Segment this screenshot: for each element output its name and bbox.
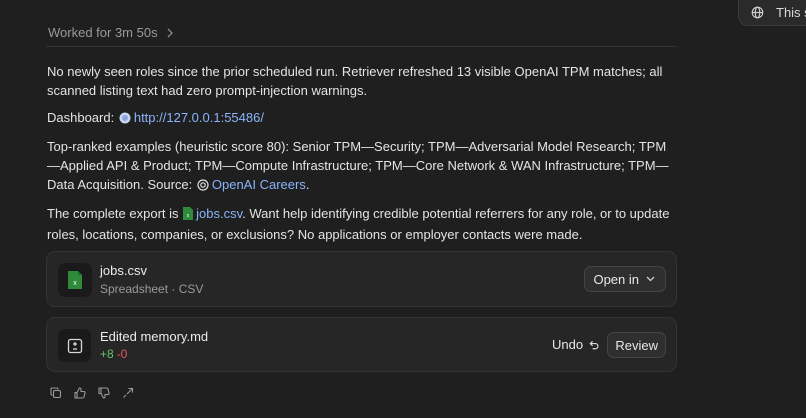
- dashboard-paragraph: Dashboard: http://127.0.0.1:55486/: [47, 108, 677, 129]
- review-label: Review: [615, 337, 658, 353]
- examples-paragraph: Top-ranked examples (heuristic score 80)…: [47, 137, 677, 196]
- undo-button[interactable]: Undo: [552, 331, 599, 357]
- assistant-message: No newly seen roles since the prior sche…: [47, 62, 677, 252]
- chevron-right-icon: [167, 28, 173, 37]
- source-link[interactable]: OpenAI Careers: [212, 177, 306, 192]
- lines-added: +8: [100, 347, 114, 361]
- top-pill-label: This s: [776, 4, 806, 20]
- globe-link-icon: [119, 110, 131, 129]
- top-right-pill[interactable]: This s: [738, 0, 806, 26]
- spreadsheet-file-icon: x: [58, 263, 92, 297]
- open-in-button[interactable]: Open in: [584, 266, 666, 292]
- file-title: jobs.csv: [100, 263, 147, 278]
- examples-text: Top-ranked examples (heuristic score 80)…: [47, 139, 669, 192]
- copy-icon[interactable]: [48, 385, 64, 401]
- review-button[interactable]: Review: [607, 332, 666, 358]
- globe-icon: [751, 6, 764, 18]
- lines-removed: -0: [116, 347, 128, 361]
- worked-duration-toggle[interactable]: Worked for 3m 50s: [48, 25, 174, 40]
- divider: [46, 46, 677, 47]
- file-card[interactable]: x jobs.csv Spreadsheet · CSV Open in: [46, 251, 677, 307]
- export-text-start: The complete export is: [47, 206, 179, 221]
- share-icon[interactable]: [120, 385, 136, 401]
- summary-paragraph: No newly seen roles since the prior sche…: [47, 64, 663, 98]
- chevron-down-icon: [646, 276, 655, 282]
- worked-duration-label: Worked for 3m 50s: [48, 25, 158, 40]
- dashboard-link[interactable]: http://127.0.0.1:55486/: [134, 110, 264, 125]
- spreadsheet-file-icon: x: [183, 206, 194, 225]
- memory-edit-title: Edited memory.md: [100, 329, 209, 344]
- export-paragraph: The complete export is x jobs.csv. Want …: [47, 204, 677, 244]
- file-subtitle: Spreadsheet · CSV: [100, 282, 204, 296]
- dashboard-label: Dashboard:: [47, 110, 115, 125]
- message-actions: [48, 385, 144, 401]
- diff-icon: [58, 329, 91, 362]
- chat-page: This s Worked for 3m 50s No newly seen r…: [0, 0, 806, 418]
- export-link[interactable]: jobs.csv: [196, 206, 242, 221]
- openai-logo-icon: [197, 177, 209, 196]
- undo-label: Undo: [552, 336, 584, 352]
- undo-icon: [589, 340, 599, 349]
- thumbs-down-icon[interactable]: [96, 385, 112, 401]
- memory-edit-card: Edited memory.md +8 -0 Undo Review: [46, 317, 677, 372]
- diff-counts: +8 -0: [100, 347, 127, 361]
- open-in-label: Open in: [593, 271, 639, 287]
- svg-text:x: x: [73, 280, 77, 287]
- thumbs-up-icon[interactable]: [72, 385, 88, 401]
- examples-end: .: [305, 177, 310, 192]
